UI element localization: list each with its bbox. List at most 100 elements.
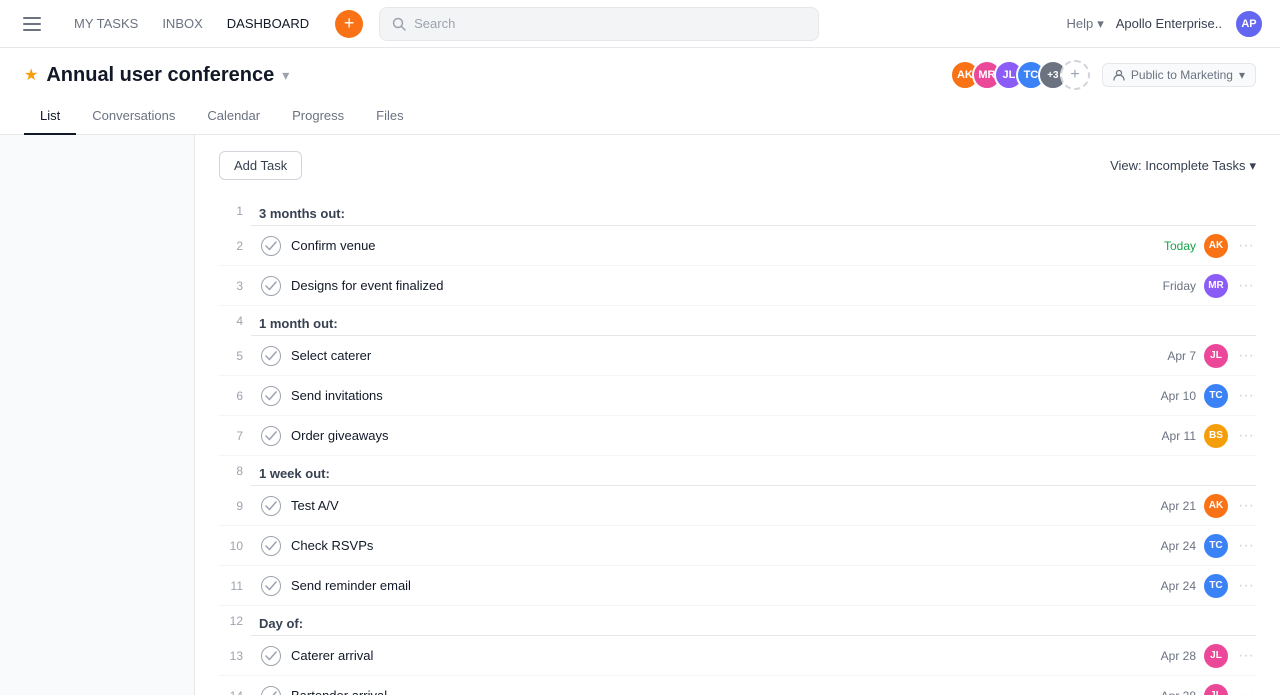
task-assignee-avatar[interactable]: MR bbox=[1204, 274, 1228, 298]
task-row[interactable]: 6 Send invitations Apr 10 TC ··· bbox=[219, 376, 1256, 416]
row-number: 7 bbox=[219, 429, 251, 443]
nav-my-tasks[interactable]: MY TASKS bbox=[64, 10, 148, 37]
privacy-badge[interactable]: Public to Marketing ▾ bbox=[1102, 63, 1256, 87]
tab-conversations[interactable]: Conversations bbox=[76, 98, 191, 135]
sidebar bbox=[0, 135, 195, 695]
current-user-avatar[interactable]: AP bbox=[1234, 9, 1264, 39]
help-button[interactable]: Help ▾ bbox=[1066, 16, 1103, 32]
create-button[interactable]: + bbox=[335, 10, 363, 38]
task-checkbox[interactable] bbox=[261, 496, 281, 516]
task-more-button[interactable]: ··· bbox=[1236, 497, 1256, 515]
task-assignee-avatar[interactable]: JL bbox=[1204, 684, 1228, 695]
tab-files[interactable]: Files bbox=[360, 98, 419, 135]
section-header: 3 months out: bbox=[251, 196, 1256, 226]
task-checkbox[interactable] bbox=[261, 536, 281, 556]
row-number: 9 bbox=[219, 499, 251, 513]
task-more-button[interactable]: ··· bbox=[1236, 277, 1256, 295]
main-layout: Add Task View: Incomplete Tasks ▾ 1 3 mo… bbox=[0, 135, 1280, 695]
task-row[interactable]: 9 Test A/V Apr 21 AK ··· bbox=[219, 486, 1256, 526]
task-assignee-avatar[interactable]: JL bbox=[1204, 344, 1228, 368]
task-assignee-avatar[interactable]: JL bbox=[1204, 644, 1228, 668]
task-date: Apr 24 bbox=[1161, 579, 1196, 593]
task-more-button[interactable]: ··· bbox=[1236, 577, 1256, 595]
task-row[interactable]: 2 Confirm venue Today AK ··· bbox=[219, 226, 1256, 266]
task-checkbox[interactable] bbox=[261, 276, 281, 296]
task-more-button[interactable]: ··· bbox=[1236, 687, 1256, 695]
task-checkbox[interactable] bbox=[261, 346, 281, 366]
tab-progress[interactable]: Progress bbox=[276, 98, 360, 135]
task-assignee-avatar[interactable]: TC bbox=[1204, 574, 1228, 598]
company-button[interactable]: Apollo Enterprise.. bbox=[1116, 16, 1222, 31]
task-checkbox[interactable] bbox=[261, 426, 281, 446]
task-more-button[interactable]: ··· bbox=[1236, 427, 1256, 445]
task-more-button[interactable]: ··· bbox=[1236, 647, 1256, 665]
task-date: Apr 28 bbox=[1161, 649, 1196, 663]
task-date: Today bbox=[1164, 239, 1196, 253]
task-checkbox[interactable] bbox=[261, 386, 281, 406]
task-assignee-avatar[interactable]: AK bbox=[1204, 494, 1228, 518]
menu-button[interactable] bbox=[16, 8, 48, 40]
search-placeholder: Search bbox=[414, 16, 455, 31]
task-name: Bartender arrival bbox=[291, 688, 1161, 695]
task-assignee-avatar[interactable]: TC bbox=[1204, 384, 1228, 408]
task-meta: Apr 7 JL ··· bbox=[1167, 344, 1256, 368]
tab-calendar[interactable]: Calendar bbox=[191, 98, 276, 135]
task-more-button[interactable]: ··· bbox=[1236, 387, 1256, 405]
task-row[interactable]: 10 Check RSVPs Apr 24 TC ··· bbox=[219, 526, 1256, 566]
privacy-dropdown-icon: ▾ bbox=[1239, 68, 1245, 82]
section-header: Day of: bbox=[251, 606, 1256, 636]
search-bar[interactable]: Search bbox=[379, 7, 819, 41]
project-tabs: List Conversations Calendar Progress Fil… bbox=[24, 98, 1256, 134]
task-checkbox[interactable] bbox=[261, 576, 281, 596]
view-filter-icon: ▾ bbox=[1249, 158, 1256, 174]
task-date: Apr 10 bbox=[1161, 389, 1196, 403]
add-task-button[interactable]: Add Task bbox=[219, 151, 302, 180]
task-meta: Friday MR ··· bbox=[1163, 274, 1256, 298]
task-row[interactable]: 13 Caterer arrival Apr 28 JL ··· bbox=[219, 636, 1256, 676]
top-navigation: MY TASKS INBOX DASHBOARD + Search Help ▾… bbox=[0, 0, 1280, 48]
row-number: 5 bbox=[219, 349, 251, 363]
task-meta: Apr 24 TC ··· bbox=[1161, 574, 1256, 598]
row-number: 12 bbox=[219, 614, 251, 628]
task-checkbox[interactable] bbox=[261, 646, 281, 666]
nav-dashboard[interactable]: DASHBOARD bbox=[217, 10, 319, 37]
tab-list[interactable]: List bbox=[24, 98, 76, 135]
project-dropdown-icon[interactable]: ▾ bbox=[282, 67, 289, 84]
task-name: Send reminder email bbox=[291, 578, 1161, 593]
task-meta: Apr 28 JL ··· bbox=[1161, 684, 1256, 695]
task-assignee-avatar[interactable]: BS bbox=[1204, 424, 1228, 448]
section-row: 4 1 month out: bbox=[219, 306, 1256, 336]
task-meta: Apr 24 TC ··· bbox=[1161, 534, 1256, 558]
toolbar: Add Task View: Incomplete Tasks ▾ bbox=[219, 151, 1256, 180]
task-name: Select caterer bbox=[291, 348, 1167, 363]
task-row[interactable]: 11 Send reminder email Apr 24 TC ··· bbox=[219, 566, 1256, 606]
task-assignee-avatar[interactable]: AK bbox=[1204, 234, 1228, 258]
row-number: 13 bbox=[219, 649, 251, 663]
row-number: 3 bbox=[219, 279, 251, 293]
task-row[interactable]: 14 Bartender arrival Apr 28 JL ··· bbox=[219, 676, 1256, 695]
add-member-button[interactable]: + bbox=[1060, 60, 1090, 90]
task-assignee-avatar[interactable]: TC bbox=[1204, 534, 1228, 558]
task-more-button[interactable]: ··· bbox=[1236, 237, 1256, 255]
section-header: 1 week out: bbox=[251, 456, 1256, 486]
nav-inbox[interactable]: INBOX bbox=[152, 10, 212, 37]
task-date: Apr 21 bbox=[1161, 499, 1196, 513]
nav-right: Help ▾ Apollo Enterprise.. AP bbox=[1066, 9, 1264, 39]
nav-links: MY TASKS INBOX DASHBOARD bbox=[64, 10, 319, 37]
task-meta: Apr 28 JL ··· bbox=[1161, 644, 1256, 668]
row-number: 2 bbox=[219, 239, 251, 253]
task-row[interactable]: 5 Select caterer Apr 7 JL ··· bbox=[219, 336, 1256, 376]
task-more-button[interactable]: ··· bbox=[1236, 347, 1256, 365]
task-row[interactable]: 7 Order giveaways Apr 11 BS ··· bbox=[219, 416, 1256, 456]
task-checkbox[interactable] bbox=[261, 686, 281, 695]
task-checkbox[interactable] bbox=[261, 236, 281, 256]
task-name: Order giveaways bbox=[291, 428, 1162, 443]
privacy-label: Public to Marketing bbox=[1131, 68, 1233, 82]
task-row[interactable]: 3 Designs for event finalized Friday MR … bbox=[219, 266, 1256, 306]
task-more-button[interactable]: ··· bbox=[1236, 537, 1256, 555]
section-header: 1 month out: bbox=[251, 306, 1256, 336]
content-area: Add Task View: Incomplete Tasks ▾ 1 3 mo… bbox=[195, 135, 1280, 695]
task-name: Confirm venue bbox=[291, 238, 1164, 253]
section-row: 1 3 months out: bbox=[219, 196, 1256, 226]
view-filter[interactable]: View: Incomplete Tasks ▾ bbox=[1110, 158, 1256, 174]
